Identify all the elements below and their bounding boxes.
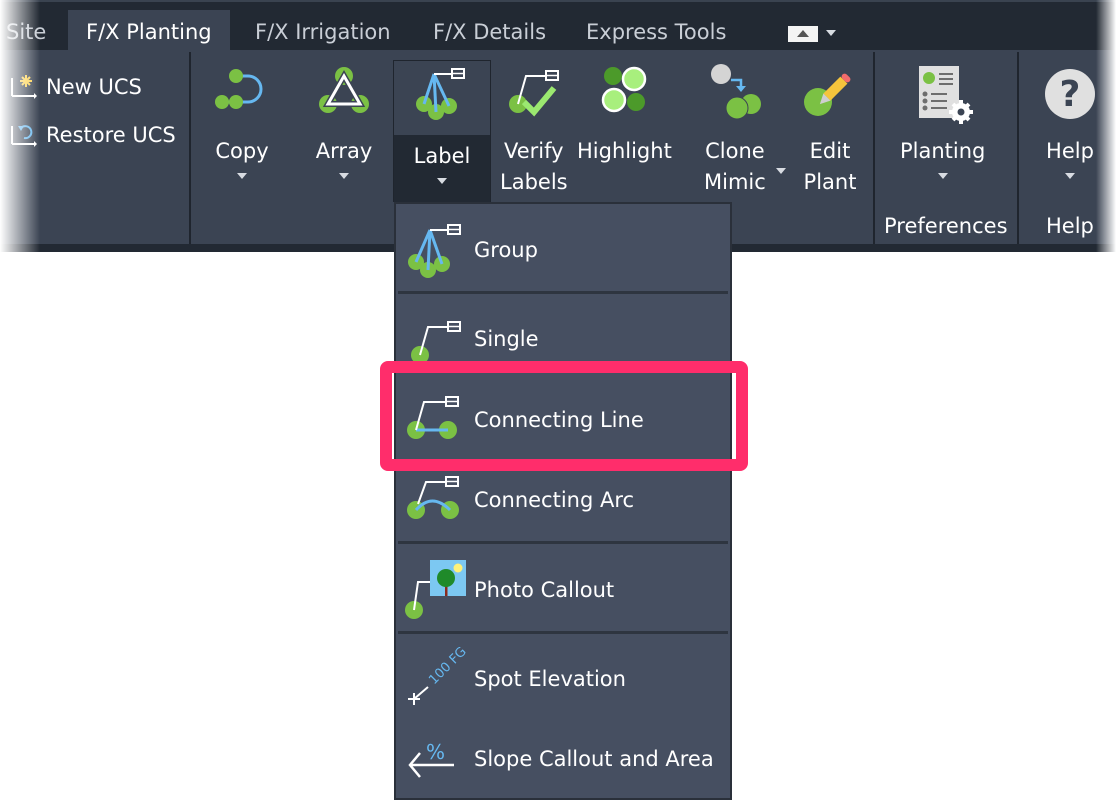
label-dropdown-caret-icon[interactable] (437, 178, 447, 184)
clone-mimic-button[interactable]: Clone Mimic (704, 58, 766, 198)
svg-text:?: ? (1060, 74, 1081, 115)
verify-labels-button[interactable]: Verify Labels (500, 58, 568, 198)
menu-item-connecting-arc[interactable]: Connecting Arc (396, 464, 730, 536)
restore-ucs-label: Restore UCS (46, 123, 176, 147)
help-group-title: Help (1046, 214, 1094, 238)
clone-mimic-line-1: Clone (705, 139, 765, 163)
panel-separator (1017, 52, 1019, 244)
slope-callout-icon-text: % (426, 740, 445, 764)
preferences-group-title: Preferences (884, 214, 1008, 238)
spot-elevation-icon: 100 FG (408, 647, 468, 705)
help-button[interactable]: ? Help (1040, 58, 1100, 179)
copy-plant-icon (215, 69, 263, 109)
fade-left (0, 0, 40, 252)
verify-labels-line-2: Labels (500, 170, 568, 194)
new-ucs-label: New UCS (46, 75, 142, 99)
highlight-label: Highlight (577, 139, 672, 163)
menu-item-spot-elevation[interactable]: 100 FG Spot Elevation (396, 640, 730, 718)
menu-item-slope-callout-label: Slope Callout and Area (474, 747, 714, 771)
array-button[interactable]: Array (314, 58, 374, 179)
edit-plant-button[interactable]: Edit Plant (800, 58, 860, 198)
label-button[interactable]: Label (393, 60, 491, 203)
clone-mimic-line-2: Mimic (704, 170, 766, 194)
array-label: Array (315, 139, 373, 163)
slope-callout-icon: % (408, 740, 454, 778)
verify-labels-line-1: Verify (504, 139, 564, 163)
menu-item-slope-callout[interactable]: % Slope Callout and Area (396, 720, 730, 798)
spot-elevation-icon-text: 100 FG (426, 647, 468, 688)
help-label: Help (1046, 139, 1094, 163)
planting-dropdown-caret-icon[interactable] (937, 173, 948, 179)
menu-separator (398, 631, 728, 634)
clone-mimic-icon (710, 64, 761, 120)
help-dropdown-caret-icon[interactable] (1065, 173, 1075, 179)
connecting-arc-icon (407, 476, 459, 519)
tab-fx-irrigation[interactable]: F/X Irrigation (255, 10, 391, 52)
tab-fx-planting[interactable]: F/X Planting (68, 10, 230, 52)
minimize-ribbon-button[interactable] (788, 26, 818, 42)
edit-plant-icon (804, 73, 851, 116)
tab-express-tools[interactable]: Express Tools (586, 10, 726, 52)
panel-separator (873, 52, 875, 244)
menu-item-single-label: Single (474, 327, 539, 351)
highlight-annotation-box (380, 361, 748, 471)
array-dropdown-caret-icon[interactable] (339, 173, 349, 179)
group-label-icon (416, 68, 465, 120)
copy-label: Copy (215, 139, 269, 163)
menu-item-group-label: Group (474, 238, 538, 262)
highlight-button[interactable]: Highlight (577, 58, 672, 167)
verify-labels-label: Verify Labels (500, 136, 568, 198)
ribbon-tab-bar: Site F/X Planting F/X Irrigation F/X Det… (0, 0, 1116, 52)
panel-separator (189, 52, 191, 244)
clone-mimic-label: Clone Mimic (704, 136, 766, 198)
fade-right (1096, 0, 1116, 252)
array-plant-icon (319, 67, 369, 113)
clone-mimic-dropdown-caret-icon[interactable] (776, 168, 786, 174)
edit-plant-line-2: Plant (803, 170, 857, 194)
label-dropdown-menu: Group Single Connecting Line Connecting … (394, 202, 732, 800)
edit-plant-label: Edit Plant (804, 136, 857, 198)
photo-callout-icon (405, 560, 466, 619)
menu-item-connecting-arc-label: Connecting Arc (474, 488, 635, 512)
ribbon-options-caret-icon[interactable] (826, 30, 836, 36)
planting-preferences-icon (918, 66, 973, 124)
copy-button[interactable]: Copy (212, 58, 272, 179)
verify-labels-icon (508, 70, 559, 117)
menu-item-group[interactable]: Group (396, 214, 730, 286)
menu-separator (398, 541, 728, 544)
help-question-icon: ? (1045, 69, 1095, 119)
menu-item-photo-callout-label: Photo Callout (474, 578, 615, 602)
tab-fx-details[interactable]: F/X Details (433, 10, 546, 52)
highlight-plants-icon (602, 66, 647, 113)
menu-item-spot-elevation-label: Spot Elevation (474, 667, 626, 691)
group-label-icon (408, 224, 461, 278)
menu-item-photo-callout[interactable]: Photo Callout (396, 550, 730, 630)
planting-preferences-button[interactable]: Planting (900, 58, 985, 179)
copy-dropdown-caret-icon[interactable] (237, 173, 247, 179)
planting-preferences-label: Planting (900, 139, 986, 163)
menu-separator (398, 291, 728, 294)
label-button-label: Label (413, 144, 471, 168)
edit-plant-line-1: Edit (809, 139, 851, 163)
